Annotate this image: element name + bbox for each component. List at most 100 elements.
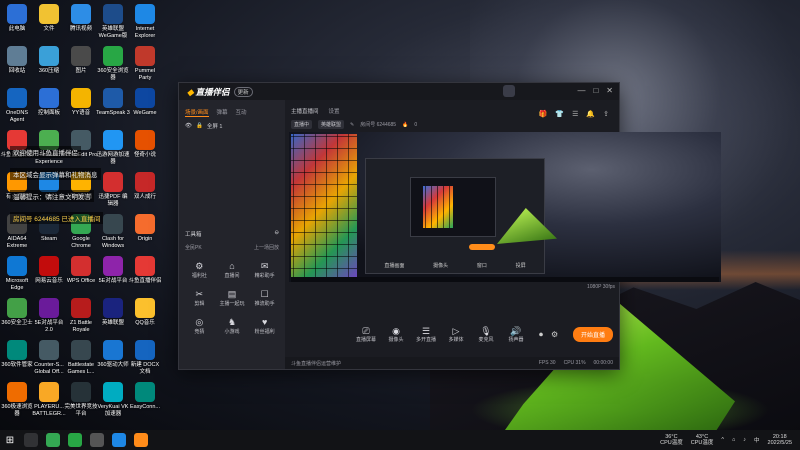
control-button[interactable]: ☰ 多开直播 [411,326,441,343]
ime-icon[interactable]: 中 [754,436,760,444]
desktop-icon[interactable]: 英雄联盟 WeGame版 [96,4,130,39]
tool-item[interactable]: ✂ 剪辑 [183,289,216,307]
eye-icon[interactable]: 👁 [185,123,192,129]
start-live-button[interactable]: 开始直播 [572,327,613,342]
desktop-icon-label: 双人成行 [133,194,156,200]
cpu-temp: 36°C CPU温度 [660,434,683,446]
desktop-icon[interactable]: WPS Office [64,256,98,285]
lock-icon[interactable]: 🔒 [196,123,203,129]
desktop-icon[interactable]: 360极速浏览器 [0,382,34,417]
desktop-icon[interactable]: 网易云音乐 [32,256,66,285]
tool-icon: ⌂ [229,261,235,271]
live-companion-task-icon[interactable] [134,433,148,447]
tool-item[interactable]: ☐ 推流助手 [248,289,281,307]
desktop-icon[interactable]: YY语音 [64,88,98,117]
tool-item[interactable]: ♞ 小游戏 [216,317,249,335]
desktop-icon[interactable]: PLAYERU... BATTLEGR... [32,382,66,417]
clock[interactable]: 20:18 2022/5/25 [768,434,792,447]
tab-interact[interactable]: 互动 [236,108,247,117]
tray-arrow-icon[interactable]: ^ [721,437,724,443]
app-icon [135,214,155,234]
control-button[interactable]: ▷ 多媒体 [441,326,471,343]
maximize-button[interactable]: □ [593,86,598,95]
tool-item[interactable]: ✉ 精彩助手 [248,261,281,279]
tool-item[interactable]: ⌂ 直播间 [216,261,249,279]
volume-icon[interactable]: ♪ [743,437,746,443]
desktop-icon[interactable]: OneDNS Agent [0,88,34,123]
tool-item[interactable]: ♥ 粉丝福利 [248,317,281,335]
desktop-icon[interactable]: WeGame [128,88,162,117]
desktop-icon[interactable]: Origin [128,214,162,243]
tool-item[interactable]: ◎ 竞猜 [183,317,216,335]
desktop-icon[interactable]: 360安全卫士 [0,298,34,327]
desktop-icon[interactable]: Battlestate Games L... [64,340,98,375]
settings-tab[interactable]: 设置 [329,107,340,115]
network-icon[interactable]: ⌂ [732,437,735,443]
tab-scene[interactable]: 场景/画面 [185,108,209,117]
desktop-icon[interactable]: 斗鱼直播伴侣 [128,256,162,285]
room-tab[interactable]: 主播直播间 [291,107,319,115]
desktop-icon[interactable]: Pummel Party [128,46,162,81]
desktop-icon[interactable]: Microsoft Edge [0,256,34,291]
scene-item[interactable]: 👁 🔒 全屏 1 [179,120,285,132]
desktop-icon[interactable]: Counter-S... Global Off... [32,340,66,375]
desktop-icon[interactable]: 360软件管家 [0,340,34,369]
desktop-icon[interactable]: 双人成行 [128,172,162,201]
desktop-icon[interactable]: 怪奇小说 [128,130,162,159]
record-icon[interactable]: ⏺ [539,330,543,340]
desktop-icon[interactable]: 腾讯视频 [64,4,98,33]
edit-icon[interactable]: ✎ [350,122,354,128]
toolbox-more-icon[interactable]: ⊖ [274,230,279,238]
category-label[interactable]: 英雄联盟 [318,120,345,129]
menu-icon[interactable]: ☰ [572,110,578,118]
close-button[interactable]: ✕ [606,86,613,95]
update-badge[interactable]: 更新 [233,86,253,97]
desktop-icon[interactable]: 此电脑 [0,4,34,33]
share-icon[interactable]: ⇪ [603,110,609,118]
desktop-icon[interactable]: 迅游网游加速器 [96,130,130,165]
desktop-icon[interactable]: Internet Explorer [128,4,162,39]
desktop-icon[interactable]: QQ音乐 [128,298,162,327]
desktop-icon[interactable]: TeamSpeak 3 [96,88,130,117]
avatar[interactable] [503,85,515,97]
minimize-button[interactable]: — [577,86,585,95]
chrome-icon[interactable] [46,433,60,447]
bell-icon[interactable]: 🔔 [586,110,595,118]
desktop-icon[interactable]: Z1 Battle Royale [64,298,98,333]
tab-danmaku[interactable]: 弹幕 [217,108,228,117]
desktop-icon[interactable]: 360安全浏览器 [96,46,130,81]
control-button[interactable]: ◉ 摄像头 [381,326,411,343]
wechat-icon[interactable] [112,433,126,447]
explorer-icon[interactable] [90,433,104,447]
tool-item[interactable]: ⚙ 福利社 [183,261,216,279]
app-icon [103,4,123,24]
desktop-icon[interactable]: 完美世界竞技平台 [64,382,98,417]
search-icon[interactable] [24,433,38,447]
desktop-icon[interactable]: 控制面板 [32,88,66,117]
pk-link[interactable]: 全民PK [185,244,202,251]
control-button[interactable]: ⎚ 直播屏幕 [351,326,381,343]
shirt-icon[interactable]: 👕 [555,110,564,118]
desktop-icon[interactable]: 5E对战平台 2.0 [32,298,66,333]
settings-icon[interactable]: ⚙ [551,330,558,339]
desktop-icon[interactable]: 英雄联盟 [96,298,130,327]
browser-icon[interactable] [68,433,82,447]
live-preview[interactable]: 直播画面 摄像头 窗口 投屏 [289,132,721,282]
desktop-icon-label: TeamSpeak 3 [96,110,130,116]
desktop-icon[interactable]: 回收站 [0,46,34,75]
desktop-icon[interactable]: EasyConn... [128,382,162,411]
tool-item[interactable]: ▤ 主播一起玩 [216,289,249,307]
desktop-icon[interactable]: 文件 [32,4,66,33]
gift-icon[interactable]: 🎁 [539,110,548,118]
control-button[interactable]: 🔊 扬声器 [501,326,531,343]
desktop-icon[interactable]: 迅捷PDF 编辑器 [96,172,130,207]
desktop-icon[interactable]: 图片 [64,46,98,75]
windows-start-icon[interactable]: ⊞ [0,430,20,450]
desktop-icon[interactable]: 360驱动大师 [96,340,130,369]
control-button[interactable]: 🎙 麦克风 [471,326,501,343]
desktop-icon[interactable]: VeryKuai VK 加速器 [96,382,130,417]
desktop-icon[interactable]: 360压缩 [32,46,66,75]
replay-link[interactable]: 上一场回放 [254,244,279,251]
desktop-icon[interactable]: 5E对战平台 [96,256,130,285]
desktop-icon[interactable]: 新建 DOCX 文档 [128,340,162,375]
